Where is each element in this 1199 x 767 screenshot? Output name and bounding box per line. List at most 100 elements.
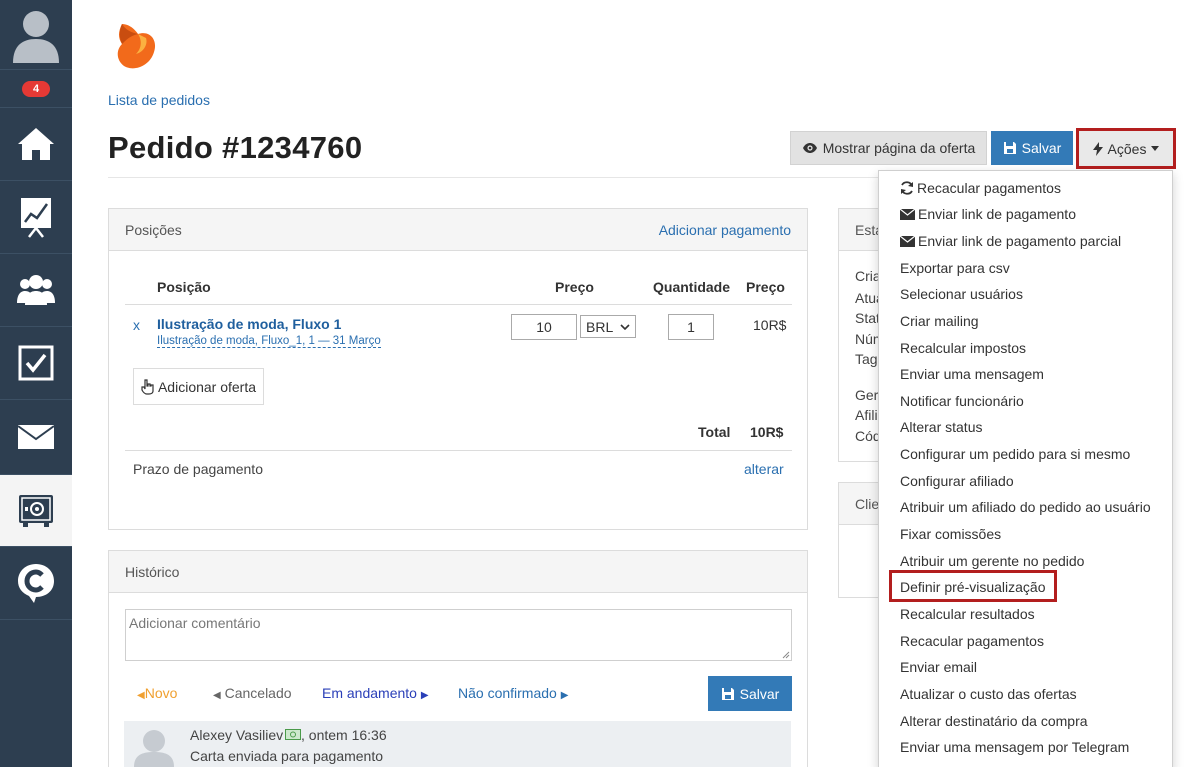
menu-item-label: Alterar destinatário da compra [900,713,1088,729]
menu-item-label: Enviar email [900,659,978,675]
hand-pointer-icon [141,378,154,395]
brand-logo-icon [117,24,156,69]
checkbox-icon [18,345,54,381]
menu-item-label: Alterar status [900,419,983,435]
menu-item-set-preview[interactable]: Definir pré-visualização [900,579,1046,595]
change-payment-term-link[interactable]: alterar [744,461,784,477]
status-row-label: Stat [855,310,880,326]
page-title: Pedido #1234760 [108,130,363,165]
menu-item-send-message[interactable]: Enviar uma mensagem [900,366,1044,382]
menu-item-assign-affiliate[interactable]: Atribuir um afiliado do pedido ao usuári… [900,499,1151,515]
show-offer-page-label: Mostrar página da oferta [822,140,976,156]
status-nao-confirmado-label: Não confirmado [458,685,557,701]
menu-item-send-partial-payment-link[interactable]: Enviar link de pagamento parcial [900,233,1121,249]
actions-dropdown-button[interactable]: Ações [1076,128,1176,169]
menu-item-recalc-taxes[interactable]: Recalcular impostos [900,340,1026,356]
chat-logo-icon [18,564,54,603]
eye-icon [802,143,817,153]
menu-item-label: Enviar link de pagamento parcial [918,233,1122,249]
menu-item-label: Exportar para csv [900,260,1010,276]
positions-panel-header: Posições Adicionar pagamento [109,209,807,251]
menu-item-label: Recalcular impostos [900,340,1027,356]
notification-badge: 4 [21,80,51,97]
sidebar-item-users[interactable] [0,254,72,327]
col-header-price-total: Preço [746,279,785,295]
sidebar-item-tasks[interactable] [0,327,72,400]
add-offer-button[interactable]: Adicionar oferta [133,368,264,405]
menu-item-update-offer-cost[interactable]: Atualizar o custo das ofertas [900,686,1077,702]
sidebar-notifications[interactable]: 4 [0,70,72,108]
item-subtitle-link[interactable]: Ilustração de moda, Fluxo_1, 1 — 31 Març… [157,335,381,348]
menu-item-order-for-self[interactable]: Configurar um pedido para si mesmo [900,446,1130,462]
save-label: Salvar [1021,140,1062,156]
menu-item-label: Atribuir um afiliado do pedido ao usuári… [900,499,1151,515]
payment-term-label: Prazo de pagamento [133,461,263,477]
sidebar-item-mail[interactable] [0,400,72,475]
add-payment-link[interactable]: Adicionar pagamento [659,222,791,238]
menu-item-label: Recacular pagamentos [900,633,1044,649]
menu-item-fix-commissions[interactable]: Fixar comissões [900,526,1001,542]
status-novo-label: Novo [144,685,178,701]
main-content: Lista de pedidos Pedido #1234760 Mostrar… [72,0,1199,767]
status-cancelado-link[interactable]: ◀ Cancelado [213,685,292,701]
history-save-button[interactable]: Salvar [708,676,792,711]
breadcrumb[interactable]: Lista de pedidos [108,92,210,108]
menu-item-label: Enviar uma mensagem por Telegram [900,739,1130,755]
menu-item-send-telegram[interactable]: Enviar uma mensagem por Telegram [900,739,1129,755]
comment-textarea[interactable]: Adicionar comentário [125,609,792,661]
money-icon [285,729,301,740]
item-name-link[interactable]: Ilustração de moda, Fluxo 1 [157,316,341,332]
positions-heading: Posições [125,221,182,238]
table-header-divider [125,304,792,305]
sidebar-item-home[interactable] [0,108,72,181]
menu-item-export-csv[interactable]: Exportar para csv [900,260,1010,276]
col-header-quantity: Quantidade [653,279,731,295]
sidebar-item-safe[interactable] [0,475,72,547]
floppy-disk-icon [721,687,734,700]
avatar [134,730,174,767]
status-nao-confirmado-link[interactable]: Não confirmado ▶ [458,685,568,701]
status-andamento-link[interactable]: Em andamento ▶ [322,685,429,701]
menu-item-notify-employee[interactable]: Notificar funcionário [900,393,1024,409]
lightning-bolt-icon [1092,141,1103,156]
menu-item-configure-affiliate[interactable]: Configurar afiliado [900,473,1014,489]
menu-item-select-users[interactable]: Selecionar usuários [900,286,1023,302]
menu-item-label: Recalcular resultados [900,606,1035,622]
envelope-icon [17,425,55,449]
sidebar-item-chat[interactable] [0,547,72,620]
menu-item-create-mailing[interactable]: Criar mailing [900,313,979,329]
remove-item-button[interactable]: x [133,317,140,333]
menu-item-recalc-payments[interactable]: Recacular pagamentos [900,180,1061,196]
menu-item-label: Recacular pagamentos [917,180,1061,196]
menu-item-change-recipient[interactable]: Alterar destinatário da compra [900,713,1088,729]
menu-item-label: Atribuir um gerente no pedido [900,553,1085,569]
quantity-input[interactable]: 1 [668,314,714,340]
sidebar-item-reports[interactable] [0,181,72,254]
menu-item-label: Definir pré-visualização [900,579,1046,595]
arrow-left-icon: ◀ [137,690,145,701]
menu-item-change-status[interactable]: Alterar status [900,419,982,435]
history-save-label: Salvar [739,685,780,702]
positions-panel: Posições Adicionar pagamento Posição Pre… [108,208,808,530]
menu-item-assign-manager[interactable]: Atribuir um gerente no pedido [900,553,1084,569]
status-andamento-label: Em andamento [322,685,417,701]
menu-item-label: Configurar um pedido para si mesmo [900,446,1131,462]
resize-handle-icon [782,651,790,659]
sidebar-avatar[interactable] [0,0,72,70]
save-button[interactable]: Salvar [991,131,1073,165]
menu-item-recalc-results[interactable]: Recalcular resultados [900,606,1035,622]
menu-item-recalc-payments-2[interactable]: Recacular pagamentos [900,633,1044,649]
users-group-icon [17,275,55,305]
client-heading: Clie [855,495,880,512]
total-label: Total [698,424,731,440]
price-input[interactable]: 10 [511,314,577,340]
total-divider [125,450,792,451]
line-total: 10R$ [753,317,787,333]
menu-item-send-payment-link[interactable]: Enviar link de pagamento [900,206,1076,222]
show-offer-page-button[interactable]: Mostrar página da oferta [790,131,987,165]
chart-board-icon [21,198,51,238]
currency-select[interactable]: BRL [580,315,636,338]
status-novo-link[interactable]: ◀Novo [137,685,177,701]
menu-item-send-email[interactable]: Enviar email [900,659,977,675]
status-row-label: Cód [855,428,881,444]
